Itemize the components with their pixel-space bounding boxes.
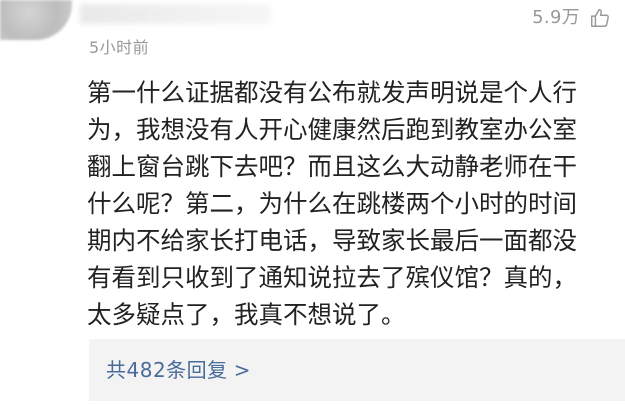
thumbs-up-icon[interactable]	[589, 7, 611, 29]
comment-body: 第一什么证据都没有公布就发声明说是个人行 为，我想没有人开心健康然后跑到教室办公…	[87, 74, 607, 333]
comment-line: 太多疑点了，我真不想说了。	[87, 300, 406, 329]
view-replies-link[interactable]: 共482条回复 >	[106, 357, 251, 383]
comment-line: 翻上窗台跳下去吧？而且这么大动静老师在干	[87, 152, 577, 181]
user-avatar[interactable]	[0, 0, 72, 40]
comment-timestamp: 5小时前	[89, 38, 150, 57]
replies-count-label: 共482条回复	[106, 358, 228, 382]
chevron-right-icon: >	[233, 358, 251, 382]
like-group[interactable]: 5.9万	[532, 7, 611, 29]
comment-line: 期内不给家长打电话，导致家长最后一面都没	[87, 226, 577, 255]
username-blurred[interactable]	[80, 4, 270, 24]
comment-line: 什么呢？第二，为什么在跳楼两个小时的时间	[87, 189, 577, 218]
comment-line: 有看到只收到了通知说拉去了殡仪馆？真的，	[87, 263, 577, 292]
comment-line: 为，我想没有人开心健康然后跑到教室办公室	[87, 115, 577, 144]
replies-bar[interactable]: 共482条回复 >	[89, 339, 625, 401]
like-count: 5.9万	[532, 7, 580, 28]
comment-line: 第一什么证据都没有公布就发声明说是个人行	[87, 78, 577, 107]
